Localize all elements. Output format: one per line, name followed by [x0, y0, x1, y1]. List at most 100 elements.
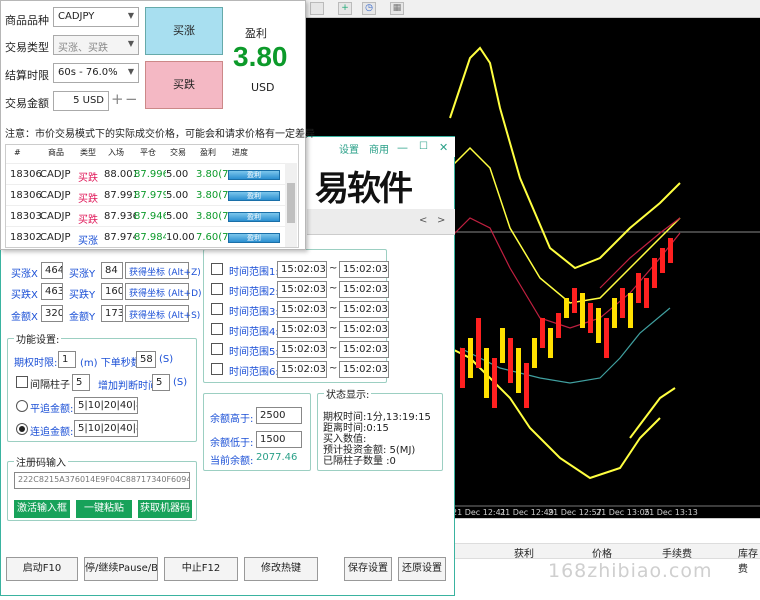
- current-balance-value: 2077.46: [256, 452, 298, 463]
- time-range-from[interactable]: 15:02:03: [277, 361, 327, 378]
- time-range-label: 时间范围3:: [229, 307, 279, 318]
- add-indicator-icon[interactable]: +: [338, 2, 352, 15]
- col-profit[interactable]: 获利: [514, 545, 534, 560]
- scroll-right-icon[interactable]: >: [437, 215, 445, 226]
- registration-caption: 注册码输入: [14, 454, 68, 469]
- buy-up-button[interactable]: 买涨: [145, 7, 223, 55]
- type-select[interactable]: 买涨、买跌 ▼: [53, 35, 139, 55]
- buy-down-y-input[interactable]: 160: [101, 283, 123, 300]
- title-business[interactable]: 商用: [369, 141, 389, 156]
- get-coord-amount-button[interactable]: 获得坐标 (Alt+S): [125, 305, 200, 322]
- continuous-chase-radio[interactable]: [16, 423, 28, 435]
- pause-button[interactable]: 停/继续Pause/Break: [84, 557, 158, 581]
- trade-close: 87.946: [134, 211, 166, 222]
- minimize-icon[interactable]: —: [397, 141, 408, 154]
- buy-up-x-input[interactable]: 464: [41, 262, 63, 279]
- toolbar-icon[interactable]: [310, 2, 324, 15]
- trade-table: # 商品 类型 入场 平仓 交易 盈利 进度 18306 CADJP 买跌 88.00…: [5, 144, 299, 248]
- time-range-checkbox[interactable]: [211, 343, 223, 355]
- time-range-to[interactable]: 15:02:03: [339, 281, 389, 298]
- scroll-left-icon[interactable]: <: [419, 215, 427, 226]
- scrollbar-thumb[interactable]: [287, 183, 295, 223]
- balance-low-input[interactable]: 1500: [256, 431, 302, 448]
- table-row[interactable]: 18302CADJP买涨87.97487.98410.007.60(76盈利: [6, 226, 286, 247]
- interval-checkbox[interactable]: [16, 376, 28, 388]
- table-row[interactable]: 18306CADJP买跌87.99187.9795.003.80(76盈利: [6, 184, 286, 206]
- start-button[interactable]: 启动F10: [6, 557, 78, 581]
- table-scrollbar[interactable]: [285, 163, 297, 247]
- candle: [548, 328, 553, 358]
- interval-input[interactable]: 5: [72, 374, 90, 391]
- symbol-select[interactable]: CADJPY ▼: [53, 7, 139, 27]
- expiry-input[interactable]: 1: [58, 351, 76, 368]
- get-coord-down-button[interactable]: 获得坐标 (Alt+D): [125, 283, 202, 300]
- candle: [620, 288, 625, 318]
- save-settings-button[interactable]: 保存设置: [344, 557, 392, 581]
- time-range-checkbox[interactable]: [211, 303, 223, 315]
- table-row[interactable]: 18306CADJP买跌88.00187.9965.003.80(76盈利: [6, 163, 286, 185]
- get-machine-code-button[interactable]: 获取机器码: [138, 500, 192, 518]
- time-range-from[interactable]: 15:02:03: [277, 301, 327, 318]
- template-icon[interactable]: ▦: [390, 2, 404, 15]
- trade-amount: 5.00: [166, 211, 189, 222]
- buy-down-x-input[interactable]: 463: [41, 283, 63, 300]
- time-range-to[interactable]: 15:02:03: [339, 341, 389, 358]
- type-value: 买涨、买跌: [58, 43, 108, 54]
- stop-button[interactable]: 中止F12: [164, 557, 238, 581]
- time-range-to[interactable]: 15:02:03: [339, 261, 389, 278]
- continuous-chase-label: 连追金额:: [30, 427, 74, 438]
- lower-band: [449, 347, 661, 480]
- clock-icon[interactable]: ◷: [362, 2, 376, 15]
- amount-input[interactable]: 5 USD: [53, 91, 109, 111]
- table-row[interactable]: 18303CADJP买跌87.93687.9465.003.80(76盈利: [6, 205, 286, 227]
- amount-x-input[interactable]: 320: [41, 305, 63, 322]
- minus-icon[interactable]: −: [125, 90, 138, 108]
- time-range-to[interactable]: 15:02:03: [339, 301, 389, 318]
- seconds-input[interactable]: 58: [136, 351, 156, 368]
- maximize-icon[interactable]: ☐: [419, 141, 428, 152]
- candle: [668, 238, 673, 263]
- balance-high-input[interactable]: 2500: [256, 407, 302, 424]
- col-swap[interactable]: 库存费: [738, 545, 760, 575]
- amount-y-input[interactable]: 173: [101, 305, 123, 322]
- get-coord-up-button[interactable]: 获得坐标 (Alt+Z): [125, 262, 201, 279]
- time-range-checkbox[interactable]: [211, 263, 223, 275]
- paste-button[interactable]: 一键粘贴: [76, 500, 132, 518]
- restore-settings-button[interactable]: 还原设置: [398, 557, 446, 581]
- time-range-from[interactable]: 15:02:03: [277, 261, 327, 278]
- time-range-checkbox[interactable]: [211, 323, 223, 335]
- flat-chase-radio[interactable]: [16, 400, 28, 412]
- delay-input[interactable]: 5: [152, 374, 170, 391]
- title-settings[interactable]: 设置: [339, 141, 359, 156]
- col-price[interactable]: 价格: [592, 545, 612, 560]
- time-range-to[interactable]: 15:02:03: [339, 361, 389, 378]
- time-range-from[interactable]: 15:02:03: [277, 321, 327, 338]
- delay-unit: (S): [173, 377, 188, 388]
- plus-icon[interactable]: +: [111, 90, 124, 108]
- expiry-select[interactable]: 60s - 76.0% ▼: [53, 63, 139, 83]
- col-amount: 交易: [170, 148, 186, 157]
- time-axis-label: 21 Dec 13:13: [644, 508, 698, 517]
- candle: [540, 318, 545, 348]
- flat-chase-input[interactable]: 5|10|20|40|80: [74, 397, 138, 414]
- close-icon[interactable]: ✕: [439, 141, 448, 154]
- activate-input-button[interactable]: 激活输入框: [14, 500, 70, 518]
- time-axis-label: 21 Dec 13:05: [596, 508, 650, 517]
- trade-entry: 88.001: [104, 169, 136, 180]
- col-fee[interactable]: 手续费: [662, 545, 692, 560]
- buy-up-y-input[interactable]: 84: [101, 262, 123, 279]
- registration-code-input[interactable]: 222C8215A376014E9F04C88717340F6094518: [14, 472, 190, 489]
- continuous-chase-input[interactable]: 5|10|20|40|80: [74, 420, 138, 437]
- time-range-to[interactable]: 15:02:03: [339, 321, 389, 338]
- time-range-checkbox[interactable]: [211, 363, 223, 375]
- candle: [460, 348, 465, 388]
- time-range-from[interactable]: 15:02:03: [277, 341, 327, 358]
- banner-strip: < >: [307, 209, 455, 235]
- candle: [516, 348, 521, 393]
- time-range-from[interactable]: 15:02:03: [277, 281, 327, 298]
- buy-down-button[interactable]: 买跌: [145, 61, 223, 109]
- trade-entry: 87.936: [104, 211, 136, 222]
- price-notice: 注意：市价交易模式下的实际成交价格，可能会和请求价格有一定差异: [5, 129, 315, 140]
- time-range-checkbox[interactable]: [211, 283, 223, 295]
- edit-hotkey-button[interactable]: 修改热键: [244, 557, 318, 581]
